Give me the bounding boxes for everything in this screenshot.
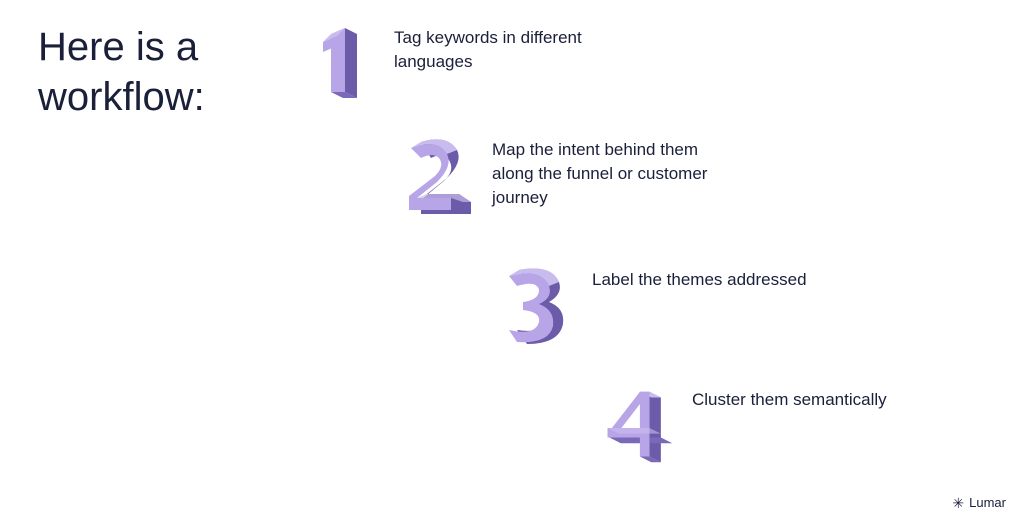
workflow-step-1: Tag keywords in different languages [300, 20, 614, 110]
step-3-label: Label the themes addressed [592, 268, 807, 292]
step-4-label: Cluster them semantically [692, 388, 887, 412]
footer-brand: ✳ Lumar [952, 495, 1006, 510]
brand-name: Lumar [969, 495, 1006, 510]
workflow-step-2: Map the intent behind them along the fun… [398, 132, 712, 222]
brand-star-icon: ✳ [952, 496, 964, 510]
numeral-4-icon [598, 382, 678, 472]
page-heading: Here is a workflow: [38, 22, 205, 122]
step-2-label: Map the intent behind them along the fun… [492, 138, 712, 209]
heading-line-1: Here is a [38, 25, 198, 69]
step-1-label: Tag keywords in different languages [394, 26, 614, 74]
numeral-2-icon [398, 132, 478, 222]
numeral-1-icon [300, 20, 380, 110]
heading-line-2: workflow: [38, 75, 205, 119]
workflow-step-3: Label the themes addressed [498, 262, 807, 352]
numeral-3-icon [498, 262, 578, 352]
workflow-step-4: Cluster them semantically [598, 382, 887, 472]
